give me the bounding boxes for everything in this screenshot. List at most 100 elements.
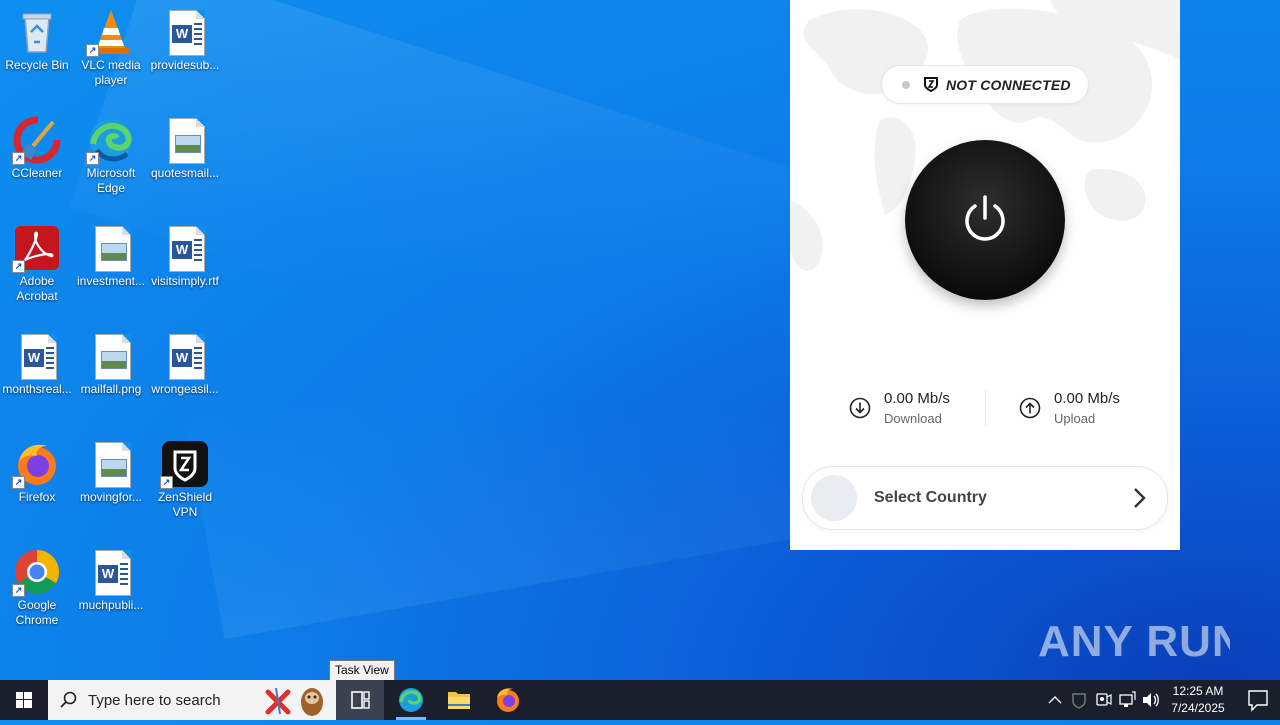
- show-hidden-icons-chevron-icon[interactable]: [1044, 680, 1066, 720]
- taskbar-clock[interactable]: 12:25 AM 7/24/2025: [1160, 683, 1236, 717]
- desktop-icon-label: quotesmail...: [150, 166, 220, 180]
- task-view-tooltip: Task View: [329, 660, 395, 681]
- clock-date: 7/24/2025: [1171, 701, 1225, 715]
- word-document-icon: W: [161, 8, 209, 56]
- desktop-icon-label: mailfall.png: [80, 382, 142, 396]
- taskbar-app-firefox[interactable]: [484, 680, 532, 720]
- task-view-button[interactable]: [336, 680, 384, 720]
- desktop-icon-adobe-acrobat[interactable]: ↗ Adobe Acrobat: [0, 224, 74, 304]
- search-icon: [60, 691, 77, 708]
- image-file-icon: [87, 224, 135, 272]
- shortcut-arrow-icon: ↗: [86, 44, 99, 57]
- desktop-icon-word-doc[interactable]: W providesub...: [148, 8, 222, 73]
- desktop-icon-ccleaner[interactable]: ↗ CCleaner: [0, 116, 74, 181]
- desktop-icon-label: providesub...: [150, 58, 220, 72]
- desktop-icon-image-file[interactable]: mailfall.png: [74, 332, 148, 397]
- desktop-icon-word-doc[interactable]: W visitsimply.rtf: [148, 224, 222, 289]
- desktop-icon-edge[interactable]: ↗ Microsoft Edge: [74, 116, 148, 196]
- shortcut-arrow-icon: ↗: [12, 152, 25, 165]
- shield-icon: [924, 77, 938, 92]
- download-speed-value: 0.00 Mb/s: [884, 390, 950, 407]
- download-speed-label: Download: [884, 411, 942, 426]
- shortcut-arrow-icon: ↗: [12, 260, 25, 273]
- acrobat-icon: ↗: [12, 224, 61, 273]
- select-country-button[interactable]: Select Country: [802, 466, 1168, 530]
- connection-status-pill: NOT CONNECTED: [881, 65, 1089, 104]
- ccleaner-icon: ↗: [12, 116, 61, 165]
- zenshield-vpn-icon: ↗: [160, 440, 209, 489]
- taskbar-search-box[interactable]: Type here to search: [48, 680, 336, 720]
- start-button[interactable]: [0, 680, 48, 720]
- desktop-icon-label: Microsoft Edge: [86, 166, 136, 195]
- desktop-icon-label: wrongeasil...: [151, 382, 219, 396]
- word-document-icon: W: [87, 548, 135, 596]
- upload-speed-value: 0.00 Mb/s: [1054, 390, 1120, 407]
- speed-divider: [985, 390, 986, 426]
- power-connect-button[interactable]: [905, 140, 1065, 300]
- power-icon: [965, 195, 1005, 241]
- edge-icon: [399, 688, 423, 712]
- firefox-icon: ↗: [12, 440, 61, 489]
- shortcut-arrow-icon: ↗: [12, 476, 25, 489]
- desktop-icon-label: Adobe Acrobat: [16, 274, 58, 303]
- desktop-icon-label: Firefox: [18, 490, 56, 504]
- chevron-right-icon: [1134, 488, 1146, 508]
- action-center-button[interactable]: [1236, 680, 1280, 720]
- desktop-icon-image-file[interactable]: investment...: [74, 224, 148, 289]
- chrome-icon: ↗: [12, 548, 61, 597]
- folder-icon: [448, 692, 470, 709]
- word-document-icon: W: [13, 332, 61, 380]
- recycle-bin-icon: [13, 8, 61, 56]
- image-file-icon: [161, 116, 209, 164]
- upload-speed-label: Upload: [1054, 411, 1096, 426]
- desktop-icon-label: visitsimply.rtf: [151, 274, 219, 288]
- volume-icon[interactable]: [1140, 680, 1162, 720]
- desktop-icon-firefox[interactable]: ↗ Firefox: [0, 440, 74, 505]
- word-document-icon: W: [161, 224, 209, 272]
- word-document-icon: W: [161, 332, 209, 380]
- upload-arrow-icon: [1019, 397, 1041, 419]
- desktop-icon-label: muchpubli...: [78, 598, 144, 612]
- desktop-icon-label: monthsreal...: [2, 382, 72, 396]
- desktop-icon-zenshield-vpn[interactable]: ↗ ZenShield VPN: [148, 440, 222, 520]
- connection-status-text: NOT CONNECTED: [946, 77, 1071, 93]
- desktop-icon-label: investment...: [76, 274, 146, 288]
- desktop-icon-label: Recycle Bin: [5, 58, 69, 72]
- desktop-icon-image-file[interactable]: quotesmail...: [148, 116, 222, 181]
- desktop-icon-word-doc[interactable]: W monthsreal...: [0, 332, 74, 397]
- download-speed: 0.00 Mb/s Download: [849, 390, 979, 430]
- desktop-icon-vlc[interactable]: ↗ VLC media player: [74, 8, 148, 88]
- country-flag-placeholder: [811, 475, 857, 521]
- zenshield-tray-icon[interactable]: [1068, 680, 1090, 720]
- taskbar-app-file-explorer[interactable]: [435, 680, 483, 720]
- desktop-icon-chrome[interactable]: ↗ Google Chrome: [0, 548, 74, 628]
- taskbar-app-edge[interactable]: [387, 680, 435, 720]
- desktop-icon-label: Google Chrome: [15, 598, 59, 627]
- shortcut-arrow-icon: ↗: [12, 584, 25, 597]
- upload-speed: 0.00 Mb/s Upload: [1019, 390, 1149, 430]
- anyrun-logo-text: ANY RUN: [1038, 617, 1230, 666]
- desktop-icon-recycle-bin[interactable]: Recycle Bin: [0, 8, 74, 73]
- vlc-icon: ↗: [86, 8, 135, 57]
- clock-time: 12:25 AM: [1172, 684, 1224, 698]
- desktop-icon-label: VLC media player: [81, 58, 141, 87]
- notification-icon: [1248, 690, 1268, 712]
- desktop-icon-word-doc[interactable]: W muchpubli...: [74, 548, 148, 613]
- taskbar: Type here to search 12:25 AM 7/24/2025: [0, 680, 1280, 720]
- vpn-app-window: NOT CONNECTED 0.00 Mb/s Download 0.00 Mb…: [790, 0, 1180, 550]
- desktop-icon-label: movingfor...: [79, 490, 143, 504]
- firefox-icon: [497, 688, 519, 712]
- shortcut-arrow-icon: ↗: [86, 152, 99, 165]
- anyrun-watermark: ANY RUN: [1038, 608, 1244, 672]
- image-file-icon: [87, 440, 135, 488]
- download-arrow-icon: [849, 397, 871, 419]
- image-file-icon: [87, 332, 135, 380]
- desktop-icon-word-doc[interactable]: W wrongeasil...: [148, 332, 222, 397]
- desktop-icon-image-file[interactable]: movingfor...: [74, 440, 148, 505]
- network-icon[interactable]: [1116, 680, 1138, 720]
- anyrun-logo: ANY RUN: [1038, 617, 1244, 666]
- search-highlight-illustration: [265, 687, 323, 716]
- desktop-icon-label: CCleaner: [11, 166, 63, 180]
- meet-now-icon[interactable]: [1092, 680, 1114, 720]
- select-country-label: Select Country: [874, 489, 987, 506]
